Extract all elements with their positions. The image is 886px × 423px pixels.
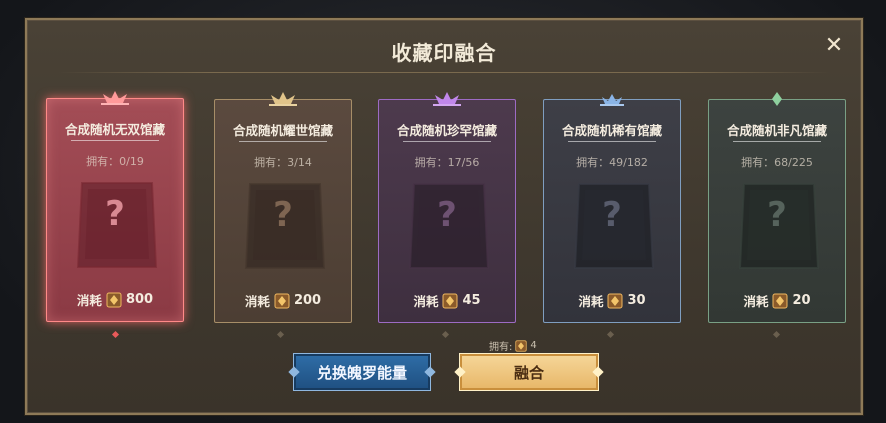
cost-value: 20 [792,293,811,308]
card-title: 合成随机耀世馆藏 [232,123,333,138]
cost-value: 45 [462,293,481,308]
selection-indicator [441,330,450,339]
seal-currency-icon [607,293,623,308]
fusion-dialog: 收藏印融合 ✕ 合成随机无双馆藏 拥有：0/19 ? 消耗 800 合成随机耀世… [25,18,863,415]
cost-label: 消耗 [244,294,270,309]
resource-owned-label: 拥有: [489,342,513,353]
diamond-ornament-icon [772,92,782,106]
button-ornament [454,366,466,378]
card-divider [568,141,656,142]
cost-row: 消耗 45 [379,291,515,310]
fusion-card-uncommon[interactable]: 合成随机非凡馆藏 拥有：68/225 ? 消耗 20 [708,92,846,323]
seal-currency-icon [106,292,122,307]
fuse-label: 融合 [513,363,544,382]
crown-ornament-icon [433,92,461,106]
fusion-card-rare[interactable]: 合成随机稀有馆藏 拥有：49/182 ? 消耗 30 [543,94,681,323]
crown-ornament-icon [101,91,129,105]
seal-currency-icon [772,293,788,308]
button-ornament [424,366,436,378]
card-title: 合成随机稀有馆藏 [561,123,662,138]
selection-indicator [606,330,615,339]
cost-row: 消耗 800 [47,290,183,309]
seal-currency-icon [515,339,527,352]
cost-row: 消耗 20 [709,291,845,310]
owned-count: 拥有：17/56 [414,156,480,169]
exchange-energy-button[interactable]: 兑换魄罗能量 [288,353,436,391]
cost-label: 消耗 [743,294,769,309]
resource-owned: 拥有: 4 [489,338,537,353]
cost-value: 200 [293,293,322,308]
fusion-card-radiant[interactable]: 合成随机耀世馆藏 拥有：3/14 ? 消耗 200 [214,92,352,323]
dialog-title: 收藏印融合 [391,41,497,65]
fusion-card-peerless[interactable]: 合成随机无双馆藏 拥有：0/19 ? 消耗 800 [46,91,184,322]
crown-ornament-icon [269,92,297,106]
owned-count: 拥有：0/19 [86,155,144,168]
mystery-mark: ? [437,195,457,235]
close-icon[interactable]: ✕ [823,35,845,57]
mystery-mark: ? [273,195,293,235]
owned-count: 拥有：49/182 [576,156,648,169]
exchange-energy-label: 兑换魄罗能量 [316,363,407,382]
owned-count: 拥有：3/14 [254,156,312,169]
card-divider [733,141,821,142]
seal-currency-icon [442,293,458,308]
cost-label: 消耗 [413,294,439,309]
card-divider [239,141,327,142]
card-title: 合成随机非凡馆藏 [726,123,827,138]
card-divider [403,141,491,142]
cost-value: 800 [125,292,154,307]
button-ornament [592,366,604,378]
mystery-mark: ? [105,194,125,234]
cost-value: 30 [627,293,646,308]
card-title: 合成随机无双馆藏 [64,122,165,137]
selection-indicator [772,330,781,339]
mystery-mark: ? [767,195,787,235]
cost-label: 消耗 [578,294,604,309]
title-divider [57,72,831,73]
button-ornament [288,366,300,378]
fusion-card-rare-treasure[interactable]: 合成随机珍罕馆藏 拥有：17/56 ? 消耗 45 [378,92,516,323]
cost-row: 消耗 200 [215,291,351,310]
crown-ornament-icon [600,94,624,106]
seal-currency-icon [274,293,290,308]
selection-indicator [111,330,120,339]
cost-row: 消耗 30 [544,291,680,310]
owned-count: 拥有：68/225 [741,156,813,169]
resource-owned-value: 4 [530,340,537,351]
fuse-button[interactable]: 融合 [454,353,604,391]
cost-label: 消耗 [76,293,102,308]
mystery-mark: ? [602,195,622,235]
selection-indicator [276,330,285,339]
card-divider [71,140,159,141]
card-title: 合成随机珍罕馆藏 [396,123,497,138]
